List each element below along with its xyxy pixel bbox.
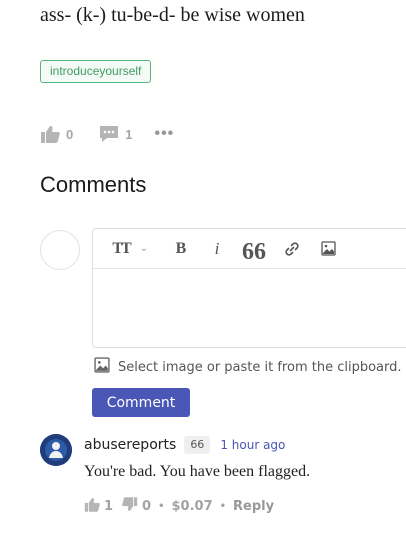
image-hint-label: Select image or paste it from the clipbo… — [118, 359, 402, 375]
thumbs-up-icon — [84, 497, 100, 516]
comment-timestamp[interactable]: 1 hour ago — [220, 438, 285, 452]
avatar[interactable] — [40, 434, 72, 466]
comment-username[interactable]: abusereports — [84, 437, 176, 453]
upvote-count: 1 — [104, 498, 114, 514]
chevron-down-icon[interactable]: ⌄ — [137, 243, 151, 254]
downvote-button[interactable]: 0 — [122, 496, 152, 516]
comment-count: 1 — [125, 126, 133, 142]
comment-count-button[interactable]: 1 — [99, 125, 132, 143]
current-user-avatar — [40, 230, 80, 270]
like-count: 0 — [66, 126, 74, 142]
link-icon[interactable] — [283, 241, 301, 257]
downvote-count: 0 — [142, 498, 152, 514]
like-button[interactable]: 0 — [40, 125, 73, 143]
comments-heading: Comments — [40, 172, 147, 197]
speech-bubble-icon — [99, 125, 119, 143]
comment-submit-button[interactable]: Comment — [92, 388, 190, 417]
comment-actions: 1 0 • $0.07 • Reply — [84, 496, 274, 516]
reputation-badge: 66 — [184, 436, 211, 454]
reply-button[interactable]: Reply — [233, 499, 274, 514]
text-size-icon[interactable]: TT — [111, 240, 131, 258]
quote-icon[interactable]: 66 — [242, 237, 266, 264]
payout-value[interactable]: $0.07 — [172, 499, 213, 514]
tag-introduceyourself[interactable]: introduceyourself — [40, 60, 152, 83]
image-icon — [94, 357, 118, 377]
separator-dot: • — [158, 500, 165, 512]
upvote-button[interactable]: 1 — [84, 497, 113, 516]
thumbs-down-icon — [122, 496, 138, 516]
comment-editor: TT ⌄ B i 66 — [92, 228, 406, 348]
image-icon[interactable] — [319, 241, 337, 256]
more-options-icon[interactable]: ••• — [154, 126, 174, 142]
comment-textarea[interactable] — [93, 269, 406, 347]
post-text: ass- (k-) tu-be-d- be wise women — [40, 4, 305, 26]
bold-icon[interactable]: B — [173, 240, 189, 258]
separator-dot: • — [219, 500, 227, 512]
editor-toolbar: TT ⌄ B i 66 — [93, 229, 406, 269]
comment-body: You're bad. You have been flagged. — [84, 463, 311, 480]
post-actions: 0 1 ••• — [40, 123, 174, 145]
comment-header: abusereports 66 1 hour ago — [84, 436, 285, 454]
thumbs-up-icon — [40, 125, 60, 143]
italic-icon[interactable]: i — [209, 239, 225, 259]
image-upload-hint[interactable]: Select image or paste it from the clipbo… — [94, 357, 402, 377]
